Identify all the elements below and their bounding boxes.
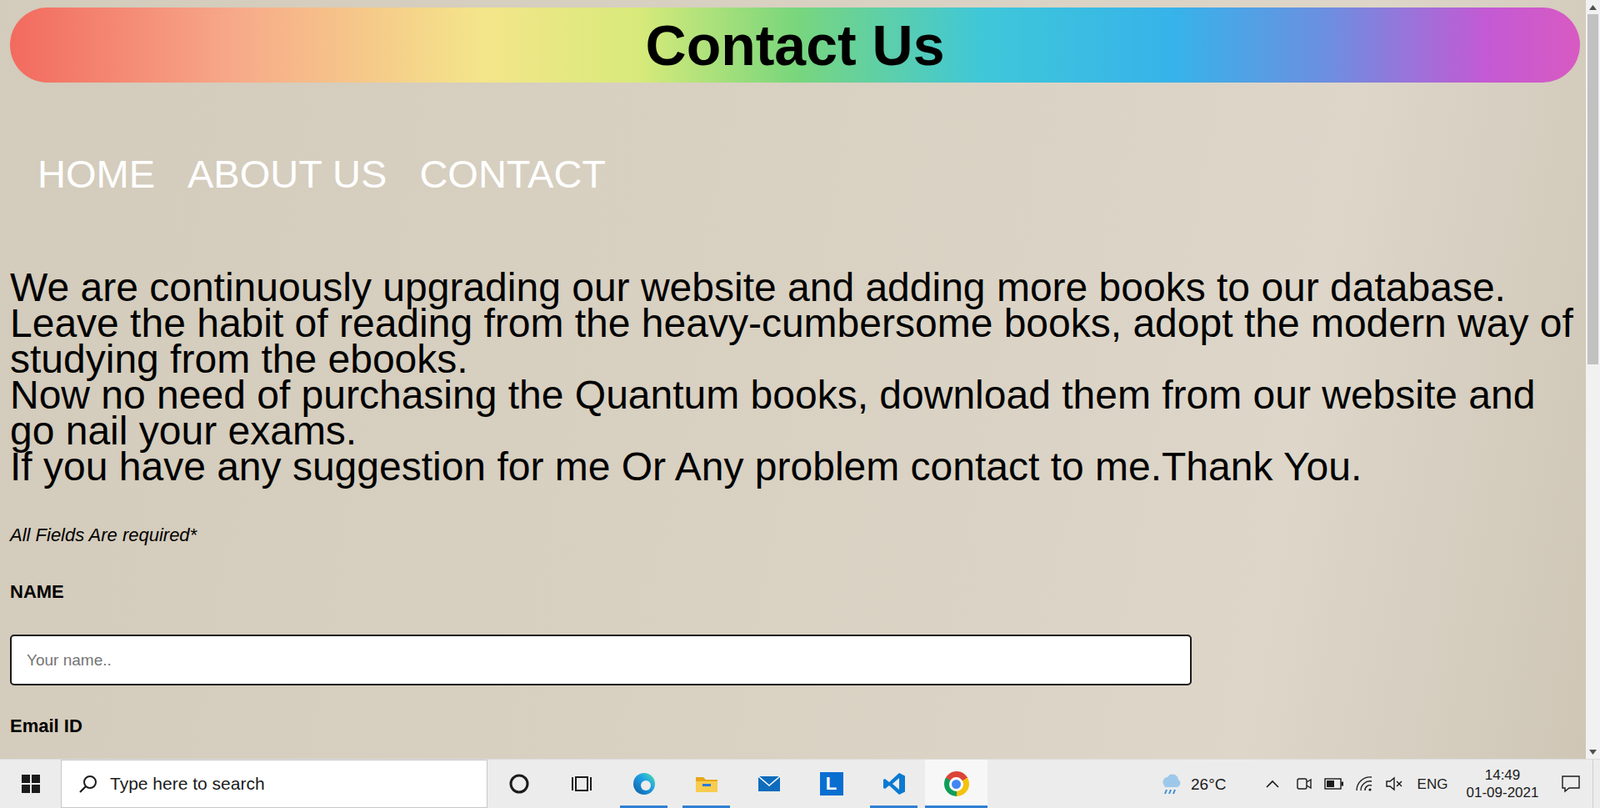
taskbar-app[interactable] [675, 759, 738, 808]
weather-widget[interactable]: 26°C [1152, 759, 1256, 808]
action-center-button[interactable] [1549, 759, 1593, 808]
page-title: Contact Us [645, 16, 945, 74]
scrollbar[interactable] [1585, 0, 1600, 759]
browser-viewport: Contact Us HOME ABOUT US CONTACT We are cont… [0, 0, 1600, 759]
contact-form: All Fields Are required* NAME Email ID [10, 524, 1580, 736]
field-label: Email ID [10, 715, 1580, 736]
wifi-icon [1355, 775, 1374, 792]
text-input[interactable] [10, 634, 1192, 685]
taskbar-app[interactable] [925, 759, 988, 808]
scroll-down-button[interactable] [1585, 744, 1600, 759]
arrow-up-icon [1589, 5, 1597, 10]
running-indicator [620, 805, 668, 808]
taskbar-app[interactable] [862, 759, 925, 808]
meet-now-button[interactable] [1289, 759, 1320, 808]
folder-icon [694, 770, 720, 796]
header-banner: Contact Us [10, 7, 1580, 83]
running-indicator [682, 805, 730, 808]
meet-now-icon [1295, 775, 1313, 792]
chevron-up-icon [1265, 779, 1280, 788]
field-label: NAME [10, 580, 1580, 602]
nav-link[interactable]: HOME [37, 151, 155, 196]
intro-paragraph: If you have any suggestion for me Or Any… [10, 448, 1580, 485]
running-indicator [925, 805, 988, 808]
taskbar-search[interactable]: Type here to search [60, 759, 488, 808]
windows-logo-icon [21, 774, 40, 793]
taskbar: Type here to search L 26°C ENG 14:4901-09-20… [0, 758, 1600, 808]
cortana-icon [507, 771, 531, 795]
temperature: 26°C [1190, 775, 1226, 793]
search-placeholder: Type here to search [110, 773, 265, 794]
clock-time: 14:49 [1485, 765, 1521, 784]
taskbar-app[interactable] [487, 759, 550, 808]
task-view-icon [570, 771, 594, 795]
intro-paragraph: Now no need of purchasing the Quantum bo… [10, 376, 1580, 449]
form-note: All Fields Are required* [10, 524, 1580, 545]
taskbar-app[interactable] [550, 759, 613, 808]
nav-link[interactable]: CONTACT [419, 151, 606, 196]
scroll-thumb[interactable] [1587, 14, 1599, 365]
nav-bar: HOME ABOUT US CONTACT [10, 151, 1580, 196]
language-text: ENG [1417, 775, 1449, 793]
clock[interactable]: 14:4901-09-2021 [1455, 759, 1550, 808]
language-indicator[interactable]: ENG [1409, 759, 1456, 808]
network-button[interactable] [1349, 759, 1380, 808]
screen: Contact Us HOME ABOUT US CONTACT We are cont… [0, 0, 1600, 808]
taskbar-app[interactable] [737, 759, 800, 808]
volume-button[interactable] [1379, 759, 1410, 808]
taskbar-app[interactable] [612, 759, 675, 808]
taskbar-apps: L [487, 759, 988, 808]
show-hidden-icons-button[interactable] [1255, 759, 1290, 808]
scroll-track[interactable] [1585, 14, 1600, 745]
weather-icon [1157, 771, 1183, 795]
page: Contact Us HOME ABOUT US CONTACT We are cont… [0, 0, 1586, 759]
arrow-down-icon [1589, 749, 1597, 755]
taskbar-app[interactable]: L [800, 759, 863, 808]
intro-paragraph: Leave the habit of reading from the heav… [10, 305, 1580, 377]
intro-text: We are continuously upgrading our websit… [10, 269, 1580, 485]
chrome-icon [944, 770, 970, 796]
clock-date: 01-09-2021 [1466, 783, 1540, 801]
intro-paragraph: We are continuously upgrading our websit… [10, 269, 1580, 305]
app-letter-icon: L [820, 771, 844, 795]
system-tray: 26°C ENG 14:4901-09-2021 [1152, 759, 1600, 808]
battery-icon [1324, 777, 1345, 790]
form-field: Email ID [10, 715, 1580, 736]
vscode-icon [881, 770, 907, 796]
nav-link[interactable]: ABOUT US [187, 151, 387, 196]
start-button[interactable] [0, 759, 61, 808]
edge-icon [631, 770, 657, 796]
form-field: NAME [10, 580, 1580, 685]
speaker-muted-icon [1385, 775, 1404, 792]
search-icon [78, 773, 99, 794]
battery-button[interactable] [1319, 759, 1350, 808]
scroll-up-button[interactable] [1585, 0, 1600, 15]
notification-icon [1560, 774, 1581, 793]
show-desktop-button[interactable] [1592, 759, 1600, 808]
running-indicator [870, 805, 918, 808]
mail-icon [756, 770, 782, 796]
